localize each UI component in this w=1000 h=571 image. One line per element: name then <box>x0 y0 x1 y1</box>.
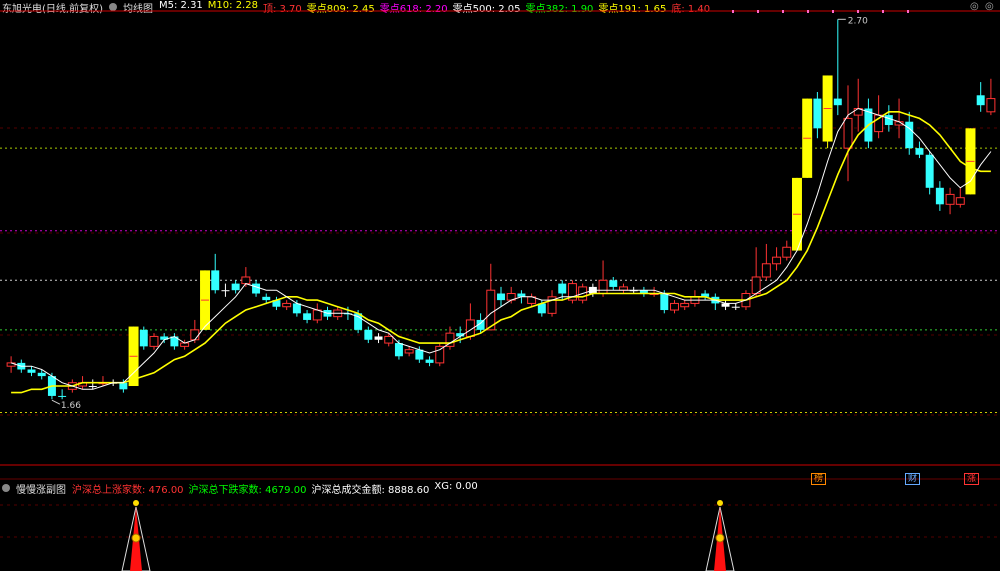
candle-body-92 <box>945 193 955 205</box>
candle-body-66 <box>680 302 690 308</box>
high-annotation-label: 2.70 <box>848 16 868 26</box>
candle-body-36 <box>374 336 383 340</box>
candle-body-21 <box>221 290 230 292</box>
candle-body-65 <box>670 302 679 311</box>
candle-body-82 <box>843 117 853 149</box>
subchart-indicator-list: 沪深总上涨家数: 476.00 沪深总下跌家数: 4679.00 沪深总成交金额: … <box>72 481 478 496</box>
candle-body-37 <box>384 335 394 344</box>
candle-body-86 <box>884 115 893 126</box>
candle-body-81 <box>833 98 842 106</box>
settings-icon[interactable] <box>2 484 10 492</box>
signal-spike-left-medal <box>131 533 141 543</box>
candle-body-41 <box>425 359 434 363</box>
candle-body-74 <box>761 263 771 278</box>
top-marker-1 <box>757 10 759 13</box>
candle-body-5 <box>58 395 67 397</box>
subchart-header: 慢慢涨副图 沪深总上涨家数: 476.00 沪深总下跌家数: 4679.00 沪深总… <box>0 481 1000 496</box>
candle-body-27 <box>282 302 292 308</box>
candle-body-42 <box>435 345 445 364</box>
sub-indicator-3: XG: 0.00 <box>434 480 478 492</box>
candle-body-48 <box>497 293 505 301</box>
candle-body-89 <box>915 148 924 155</box>
flag-cai[interactable]: 财 <box>905 473 921 485</box>
sub-indicator-0: 沪深总上涨家数: 476.00 <box>72 484 184 496</box>
candle-body-30 <box>312 309 322 321</box>
candle-body-88 <box>905 121 914 149</box>
candle-body-20 <box>211 270 220 291</box>
candle-body-39 <box>404 349 414 354</box>
candle-body-91 <box>935 187 944 205</box>
low-annotation-line <box>51 399 61 405</box>
candle-body-13 <box>139 329 148 347</box>
candle-body-38 <box>394 343 403 357</box>
candle-body-59 <box>609 280 618 287</box>
candle-body-71 <box>731 306 740 308</box>
low-annotation-label: 1.66 <box>61 401 81 411</box>
candle-body-18 <box>190 329 200 341</box>
candle-body-54 <box>558 283 567 294</box>
subchart-title[interactable]: 慢慢涨副图 <box>16 481 66 496</box>
top-marker-0 <box>732 10 734 13</box>
candle-body-35 <box>364 329 373 340</box>
top-marker-4 <box>832 10 834 13</box>
flag-zhang[interactable]: 涨 <box>964 473 980 485</box>
candle-body-73 <box>751 276 761 295</box>
candle-body-90 <box>925 154 934 188</box>
candle-body-29 <box>303 313 312 320</box>
candle-body-75 <box>772 256 782 265</box>
candle-body-70 <box>721 303 730 307</box>
candle-body-58 <box>598 279 608 295</box>
candle-body-96 <box>986 98 996 113</box>
candle-body-8 <box>88 386 97 388</box>
candle-body-79 <box>813 98 822 129</box>
sub-indicator-1: 沪深总下跌家数: 4679.00 <box>188 484 307 496</box>
signal-spike-right-medal <box>715 533 725 543</box>
candle-body-14 <box>149 335 159 347</box>
top-marker-7 <box>907 10 909 13</box>
signal-spike-left-dot <box>133 500 139 506</box>
candle-body-93 <box>955 197 965 205</box>
candle-body-76 <box>782 246 792 258</box>
top-marker-3 <box>807 10 809 13</box>
flag-bang[interactable]: 榜 <box>811 473 827 485</box>
candle-body-28 <box>292 303 301 314</box>
candle-body-11 <box>119 382 128 390</box>
candle-body-24 <box>252 283 261 294</box>
candle-body-23 <box>241 276 251 285</box>
candle-body-25 <box>262 296 271 301</box>
candle-body-22 <box>231 283 240 291</box>
candle-body-3 <box>37 372 46 377</box>
top-marker-2 <box>782 10 784 13</box>
ma10-line <box>11 111 991 394</box>
candle-body-2 <box>27 369 36 373</box>
signal-spike-right-dot <box>717 500 723 506</box>
candle-body-64 <box>660 293 669 311</box>
candle-body-95 <box>976 95 985 106</box>
sub-indicator-2: 沪深总成交金额: 8888.60 <box>311 484 430 496</box>
ma5-line <box>10 107 992 390</box>
top-marker-6 <box>882 10 884 13</box>
top-marker-5 <box>857 10 859 13</box>
candle-body-40 <box>415 349 424 360</box>
